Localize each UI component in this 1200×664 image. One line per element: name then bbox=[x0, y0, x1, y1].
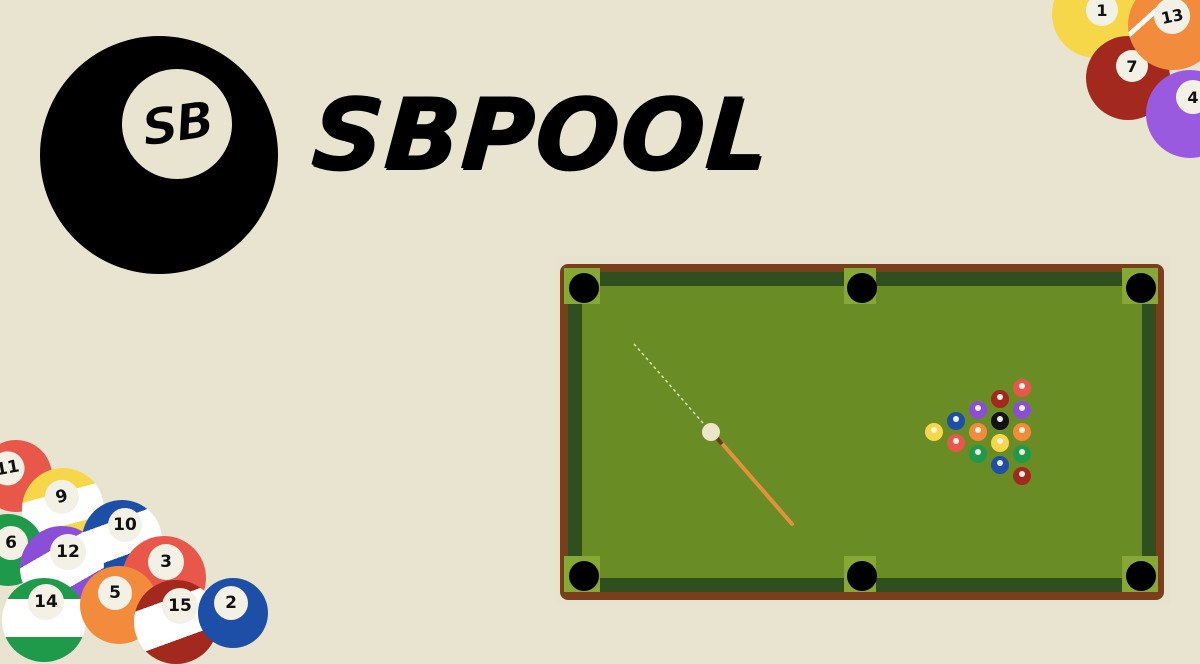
racked-ball-spot bbox=[1019, 471, 1025, 477]
racked-ball-spot bbox=[1019, 405, 1025, 411]
ball-number: 15 bbox=[162, 588, 198, 624]
racked-ball-spot bbox=[997, 394, 1003, 400]
racked-ball-spot bbox=[997, 416, 1003, 422]
racked-ball-spot bbox=[997, 438, 1003, 444]
pool-ball-14: 14 bbox=[2, 578, 86, 662]
racked-ball-spot bbox=[1019, 383, 1025, 389]
racked-ball-spot bbox=[975, 427, 981, 433]
ball-number: 14 bbox=[28, 584, 64, 620]
racked-ball-spot bbox=[975, 449, 981, 455]
cue-stick-icon bbox=[717, 438, 794, 526]
ball-rack bbox=[925, 379, 1031, 485]
ball-number: 4 bbox=[1176, 80, 1200, 114]
table-objects bbox=[633, 343, 1031, 526]
logo-ball-label-circle: SB bbox=[122, 69, 232, 179]
ball-number: 11 bbox=[0, 448, 28, 489]
racked-ball-spot bbox=[1019, 427, 1025, 433]
racked-ball-spot bbox=[975, 405, 981, 411]
ball-cluster-top-right: 1 7 13 4 bbox=[0, 0, 1200, 158]
cue-ball-icon bbox=[702, 423, 720, 441]
racked-ball-spot bbox=[931, 427, 937, 433]
ball-number: 13 bbox=[1150, 0, 1194, 38]
ball-number: 1 bbox=[1086, 0, 1118, 26]
game-canvas[interactable] bbox=[556, 256, 1170, 604]
logo-eight-ball: SB bbox=[40, 36, 278, 274]
aim-guide-line bbox=[633, 343, 710, 431]
ball-number: 2 bbox=[214, 586, 248, 620]
ball-number: 10 bbox=[108, 508, 142, 542]
ball-number: 5 bbox=[98, 576, 132, 610]
racked-ball-spot bbox=[953, 438, 959, 444]
ball-number: 9 bbox=[41, 476, 83, 518]
ball-number: 12 bbox=[50, 534, 86, 570]
logo-text: SB bbox=[138, 90, 217, 158]
racked-ball-spot bbox=[997, 460, 1003, 466]
pool-ball-2: 2 bbox=[198, 578, 268, 648]
racked-ball-spot bbox=[1019, 449, 1025, 455]
brand-title: SBPOOL bbox=[308, 78, 775, 192]
racked-ball-spot bbox=[953, 416, 959, 422]
ball-number: 3 bbox=[148, 544, 184, 580]
